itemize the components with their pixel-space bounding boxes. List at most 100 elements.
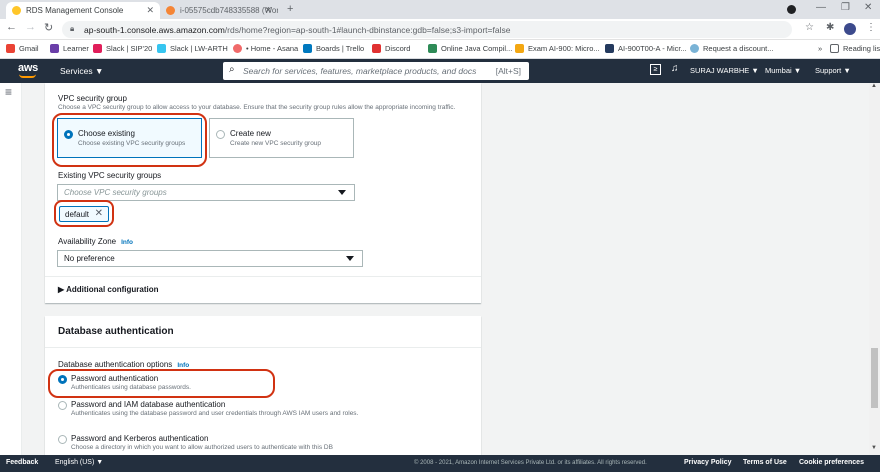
hamburger-menu-icon[interactable]: ≡ xyxy=(5,85,12,99)
auth-options-info-link[interactable]: Info xyxy=(177,362,189,369)
create-new-option[interactable]: Create new Create new VPC security group xyxy=(209,118,354,158)
kerberos-auth-description: Choose a directory in which you want to … xyxy=(71,444,333,451)
scroll-down-icon[interactable]: ▼ xyxy=(871,445,877,451)
auth-options-label: Database authentication options Info xyxy=(58,360,189,369)
database-authentication-title: Database authentication xyxy=(58,326,174,337)
menu-kebab-icon[interactable]: ⋮ xyxy=(866,22,876,33)
aws-logo[interactable]: aws xyxy=(18,62,38,74)
iam-auth-label[interactable]: Password and IAM database authentication xyxy=(71,400,225,409)
copyright-text: © 2008 - 2021, Amazon Internet Services … xyxy=(414,460,647,466)
feedback-link[interactable]: Feedback xyxy=(6,459,38,466)
profile-dot-icon[interactable] xyxy=(787,5,796,14)
language-selector[interactable]: English (US) ▼ xyxy=(55,459,103,466)
bookmark-item[interactable]: Request a discount... xyxy=(690,44,773,53)
vpc-security-group-label: VPC security group xyxy=(58,94,127,103)
close-tab-icon[interactable]: ✕ xyxy=(146,5,154,16)
maximize-icon[interactable]: ❐ xyxy=(841,2,850,13)
trello-icon xyxy=(303,44,312,53)
auth-options-text: Database authentication options xyxy=(58,360,173,369)
bookmark-item[interactable]: Discord xyxy=(372,44,410,53)
connectivity-panel: VPC security group Choose a VPC security… xyxy=(45,83,481,303)
discount-icon xyxy=(690,44,699,53)
docs-icon xyxy=(605,44,614,53)
bookmark-item[interactable]: Learner xyxy=(50,44,89,53)
bookmark-item[interactable]: Gmail xyxy=(6,44,39,53)
bookmarks-overflow-button[interactable]: » xyxy=(818,44,822,53)
cloudshell-icon[interactable]: ≥ xyxy=(650,64,661,75)
slack-icon xyxy=(157,44,166,53)
bookmark-label: • Home - Asana xyxy=(246,44,299,53)
bookmark-item[interactable]: Exam AI-900: Micro... xyxy=(515,44,600,53)
lock-icon: 🔒︎ xyxy=(70,24,75,33)
reading-list-label: Reading list xyxy=(843,44,880,53)
gmail-icon xyxy=(6,44,15,53)
aws-favicon-icon xyxy=(166,6,175,15)
bookmark-label: AI-900T00-A - Micr... xyxy=(618,44,687,53)
scrollbar-thumb[interactable] xyxy=(871,348,878,408)
region-menu[interactable]: Mumbai ▼ xyxy=(765,66,801,75)
learner-icon xyxy=(50,44,59,53)
bell-icon[interactable]: ♫ xyxy=(671,63,679,74)
privacy-policy-link[interactable]: Privacy Policy xyxy=(684,459,731,466)
highlight-annotation xyxy=(48,369,275,398)
left-rail: ≡ xyxy=(0,83,22,455)
close-tab-icon[interactable]: ✕ xyxy=(264,5,272,16)
kerberos-auth-radio[interactable] xyxy=(58,435,67,444)
scroll-up-icon[interactable]: ▲ xyxy=(871,83,877,89)
url-host: ap-south-1.console.aws.amazon.com xyxy=(84,24,225,35)
bookmark-item[interactable]: Boards | Trello xyxy=(303,44,364,53)
account-menu[interactable]: SURAJ WARBHE ▼ xyxy=(690,66,759,75)
reading-list-button[interactable]: Reading list xyxy=(830,44,880,53)
aws-smile-icon xyxy=(19,74,36,78)
bookmark-item[interactable]: Online Java Compil... xyxy=(428,44,512,53)
bookmark-label: Slack | LW-ARTH xyxy=(170,44,228,53)
availability-zone-info-link[interactable]: Info xyxy=(121,239,133,246)
reload-icon[interactable]: ↻ xyxy=(44,21,53,34)
bookmark-item[interactable]: Slack | SIP'20 xyxy=(93,44,152,53)
terms-of-use-link[interactable]: Terms of Use xyxy=(743,459,787,466)
window-close-icon[interactable]: ✕ xyxy=(864,2,872,13)
rds-favicon-icon xyxy=(12,6,21,15)
bookmark-label: Request a discount... xyxy=(703,44,774,53)
address-bar[interactable]: 🔒︎ ap-south-1.console.aws.amazon.com/rds… xyxy=(62,21,792,38)
bookmark-item[interactable]: AI-900T00-A - Micr... xyxy=(605,44,687,53)
support-menu[interactable]: Support ▼ xyxy=(815,66,851,75)
bookmark-item[interactable]: Slack | LW-ARTH xyxy=(157,44,228,53)
bookmark-item[interactable]: • Home - Asana xyxy=(233,44,298,53)
bookmark-star-icon[interactable]: ☆ xyxy=(805,22,814,33)
highlight-annotation xyxy=(52,113,207,167)
divider xyxy=(45,276,481,277)
chevron-down-icon xyxy=(346,256,354,261)
back-arrow-icon[interactable]: ← xyxy=(6,21,17,33)
search-icon: ⌕ xyxy=(229,64,235,75)
tab-rds-console[interactable]: RDS Management Console ✕ xyxy=(6,2,160,19)
additional-configuration-toggle[interactable]: ▶ Additional configuration xyxy=(58,285,159,294)
chevron-down-icon xyxy=(338,190,346,195)
iam-auth-description: Authenticates using the database passwor… xyxy=(71,410,359,417)
services-menu[interactable]: Services ▼ xyxy=(60,66,103,76)
bookmark-label: Online Java Compil... xyxy=(441,44,513,53)
tab-wordpress-instance[interactable]: i-05575cdb748335588 (Wordpre ✕ xyxy=(160,2,278,19)
reading-list-icon xyxy=(830,44,839,53)
create-new-description: Create new VPC security group xyxy=(230,140,322,147)
asana-icon xyxy=(233,44,242,53)
slack-icon xyxy=(93,44,102,53)
kerberos-auth-label[interactable]: Password and Kerberos authentication xyxy=(71,434,208,443)
create-new-radio[interactable] xyxy=(216,130,225,139)
availability-zone-select[interactable]: No preference xyxy=(57,250,363,267)
search-input[interactable]: ⌕ Search for services, features, marketp… xyxy=(223,62,529,80)
bookmark-label: Learner xyxy=(63,44,89,53)
divider xyxy=(45,347,481,348)
extensions-icon[interactable]: ✱ xyxy=(826,22,834,33)
availability-zone-value: No preference xyxy=(64,254,115,263)
iam-auth-radio[interactable] xyxy=(58,401,67,410)
minimize-icon[interactable]: — xyxy=(816,2,826,13)
avatar[interactable] xyxy=(844,23,856,35)
new-tab-button[interactable]: + xyxy=(287,3,293,15)
security-groups-select[interactable]: Choose VPC security groups xyxy=(57,184,355,201)
console-footer: Feedback English (US) ▼ © 2008 - 2021, A… xyxy=(0,455,880,472)
cookie-preferences-link[interactable]: Cookie preferences xyxy=(799,459,864,466)
database-authentication-panel: Database authentication Database authent… xyxy=(45,316,481,455)
forward-arrow-icon[interactable]: → xyxy=(25,21,36,33)
page-scrollbar[interactable]: ▲ ▼ xyxy=(869,83,880,455)
